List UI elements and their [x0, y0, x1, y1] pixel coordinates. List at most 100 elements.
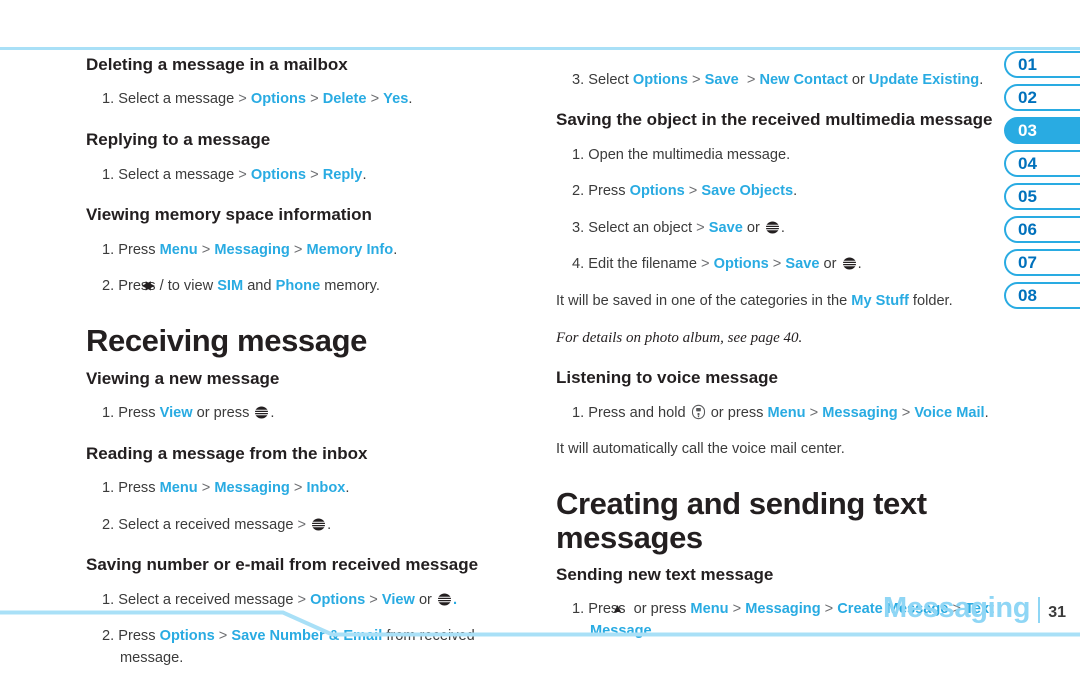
heading-viewing-memory-space: Viewing memory space information [86, 205, 372, 225]
att-globe-icon [842, 257, 857, 270]
heading-replying-to-a-message: Replying to a message [86, 130, 271, 150]
step-text: 3. Select [572, 71, 633, 88]
period: . [362, 166, 367, 183]
step-text: or press [706, 404, 768, 421]
keyword-menu: Menu [159, 480, 198, 497]
heading-deleting-a-message: Deleting a message in a mailbox [86, 55, 348, 74]
att-globe-icon [254, 406, 269, 419]
separator: > [297, 516, 307, 533]
chapter-tab-06[interactable]: 06 [1004, 216, 1080, 243]
step-text: 2. Press [572, 183, 630, 200]
chapter-tab-02[interactable]: 02 [1004, 84, 1080, 111]
chapter-tab-08[interactable]: 08 [1004, 282, 1080, 309]
conjunction: and [243, 278, 276, 295]
chapter-tab-01[interactable]: 01 [1004, 51, 1080, 78]
step-voice-mail-1: 1. Press and hold or press Menu > Messag… [572, 403, 996, 425]
keyword-my-stuff: My Stuff [851, 292, 909, 309]
step-save-object-1: 1. Open the multimedia message. [572, 146, 791, 163]
period: . [408, 91, 413, 108]
page-footer: Messaging 31 [883, 592, 1066, 625]
att-globe-icon [765, 221, 780, 234]
footer-page-number: 31 [1048, 604, 1066, 621]
heading-listening-voice-message: Listening to voice message [556, 368, 779, 388]
heading-reading-from-inbox: Reading a message from the inbox [86, 443, 368, 463]
note-text: folder. [908, 292, 953, 309]
period: . [780, 219, 785, 236]
separator: > [293, 241, 303, 258]
step-save-object-2: 2. Press Options > Save Objects. [572, 181, 996, 203]
heading-saving-number-or-email: Saving number or e-mail from received me… [86, 555, 479, 575]
chapter-tab-03[interactable]: 03 [1004, 117, 1080, 144]
step-text: 2. Select a received message [102, 516, 298, 533]
period: . [984, 404, 989, 421]
step-text: 4. Edit the filename [572, 256, 701, 273]
keyword-save-objects: Save Objects [701, 183, 794, 200]
separator: > [201, 480, 211, 497]
separator: > [293, 480, 303, 497]
keyword-yes: Yes [383, 91, 409, 108]
separator: > [310, 91, 319, 108]
step-text: 1. Select a message [102, 91, 239, 108]
keyword-options: Options [632, 71, 688, 88]
chapter-tab-05[interactable]: 05 [1004, 183, 1080, 210]
separator: > [809, 404, 819, 421]
separator: > [692, 71, 701, 88]
step-delete-message-1: 1. Select a message > Options > Delete >… [102, 89, 516, 111]
separator: > [310, 166, 319, 183]
att-globe-icon [311, 518, 326, 531]
period: . [979, 71, 984, 88]
step-text: 3. Select an object [572, 219, 697, 236]
keyword-menu: Menu [159, 241, 198, 258]
keyword-voice-mail: Voice Mail [914, 404, 985, 421]
keyword-reply: Reply [322, 166, 363, 183]
keyword-options: Options [250, 91, 307, 108]
step-text: 1. Press [102, 404, 160, 421]
heading-sending-new-text-message: Sending new text message [556, 565, 774, 584]
conjunction: or [847, 71, 869, 88]
step-save-contact-3: 3. Select Options > Save > New Contact o… [572, 70, 996, 92]
separator: > [370, 91, 380, 108]
step-view-new-message-1: 1. Press View or press . [102, 403, 516, 425]
keyword-messaging: Messaging [214, 480, 290, 497]
conjunction: or [742, 219, 764, 236]
step-text: 1. Select a message [102, 166, 239, 183]
period: . [857, 256, 862, 273]
step-text: 1. Press and hold [572, 404, 690, 421]
separator: > [746, 71, 756, 88]
keyword-options: Options [629, 183, 685, 200]
separator: > [901, 404, 911, 421]
period: . [793, 183, 798, 200]
note-text: It will be saved in one of the categorie… [556, 292, 852, 309]
keyword-save: Save [785, 256, 820, 273]
keyword-save: Save [704, 71, 739, 88]
step-text: 1. Press [102, 480, 160, 497]
keyword-inbox: Inbox [306, 480, 346, 497]
step-text: to view [163, 278, 218, 295]
chapter-tab-07[interactable]: 07 [1004, 249, 1080, 276]
note-photo-album-reference: For details on photo album, see page 40. [556, 329, 803, 346]
keyword-sim: SIM [217, 278, 244, 295]
keyword-save: Save [708, 219, 743, 236]
conjunction: or [819, 256, 841, 273]
keyword-options: Options [713, 256, 769, 273]
step-read-inbox-2: 2. Select a received message > . [102, 515, 516, 537]
separator: > [201, 241, 211, 258]
chapter-tab-04[interactable]: 04 [1004, 150, 1080, 177]
step-memory-info-1: 1. Press Menu > Messaging > Memory Info. [102, 240, 516, 262]
keyword-messaging: Messaging [214, 241, 290, 258]
step-text: or press [192, 404, 254, 421]
period: . [327, 516, 332, 533]
keyword-new-contact: New Contact [759, 71, 848, 88]
keyword-phone: Phone [275, 278, 321, 295]
keyword-messaging: Messaging [822, 404, 898, 421]
separator: > [238, 166, 247, 183]
step-reply-message-1: 1. Select a message > Options > Reply. [102, 165, 516, 187]
step-text: 1. Press [102, 241, 160, 258]
step-memory-info-2: 2. Press ◀/▶ to view SIM and Phone memor… [102, 278, 380, 295]
top-horizontal-rule [0, 47, 1080, 50]
note-voice-mail-autocall: It will automatically call the voice mai… [556, 441, 845, 458]
separator: > [688, 183, 698, 200]
separator: > [238, 91, 247, 108]
period: . [345, 480, 350, 497]
separator: > [701, 256, 710, 273]
